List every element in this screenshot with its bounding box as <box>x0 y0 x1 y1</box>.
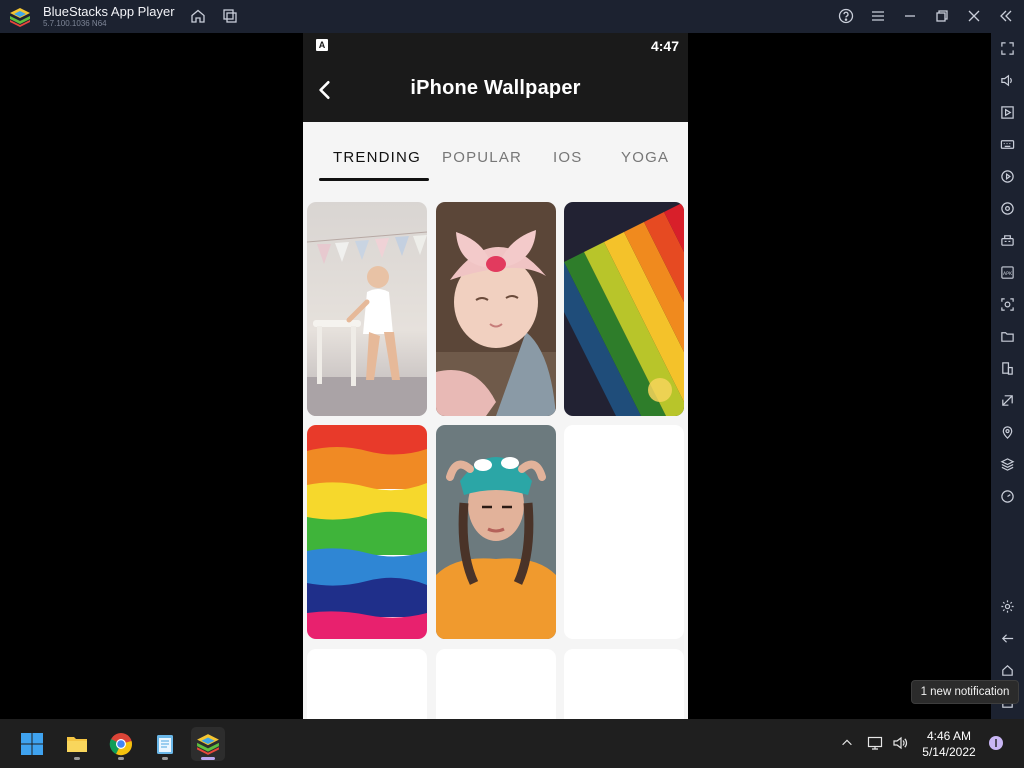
status-notification-icon: A <box>316 39 328 51</box>
wallpaper-thumbnail-placeholder[interactable] <box>436 649 556 719</box>
status-time: 4:47 <box>650 38 679 54</box>
close-icon[interactable] <box>964 6 984 26</box>
folder-icon[interactable] <box>998 327 1017 346</box>
android-status-bar: A 4:47 <box>303 33 688 58</box>
running-indicator <box>201 757 215 760</box>
file-explorer-icon[interactable] <box>60 727 94 761</box>
media-manager-icon[interactable] <box>998 103 1017 122</box>
network-icon[interactable] <box>866 734 884 752</box>
wallpaper-thumbnail-placeholder[interactable] <box>307 649 427 719</box>
show-hidden-icons-chevron-up-icon[interactable] <box>838 734 856 752</box>
active-tab-indicator <box>319 178 429 181</box>
screenshot-icon[interactable] <box>998 295 1017 314</box>
tab-ios[interactable]: IOS <box>553 149 582 166</box>
location-icon[interactable] <box>998 423 1017 442</box>
wallpaper-thumbnail-baby-standing[interactable] <box>307 202 427 416</box>
minimize-icon[interactable] <box>900 6 920 26</box>
bluestacks-taskbar-icon[interactable] <box>191 727 225 761</box>
bluestacks-title-bar: BlueStacks App Player 5.7.100.1036 N64 <box>0 0 1024 33</box>
app-header: iPhone Wallpaper <box>303 58 688 122</box>
rotate-icon[interactable] <box>998 199 1017 218</box>
fullscreen-icon[interactable] <box>998 39 1017 58</box>
install-apk-icon[interactable]: APK <box>998 263 1017 282</box>
android-screen: A 4:47 iPhone Wallpaper TRENDING POPULAR… <box>303 33 688 719</box>
wallpaper-thumbnail-baby-headband[interactable] <box>436 202 556 416</box>
notification-center-icon[interactable] <box>987 734 1005 752</box>
windows-taskbar: 4:46 AM 5/14/2022 <box>0 719 1024 768</box>
wallpaper-thumbnail-woman-beanie[interactable] <box>436 425 556 639</box>
macro-recorder-icon[interactable] <box>998 167 1017 186</box>
eco-mode-icon[interactable] <box>998 391 1017 410</box>
wallpaper-thumbnail-rainbow-paint[interactable] <box>307 425 427 639</box>
wallpaper-thumbnail-colored-pencils[interactable] <box>564 202 684 416</box>
home-icon[interactable] <box>188 6 208 26</box>
category-tabs: TRENDING POPULAR IOS YOGA <box>303 122 688 182</box>
multi-instance-icon[interactable] <box>220 6 240 26</box>
bluestacks-sidebar: APK <box>991 33 1024 719</box>
tab-trending[interactable]: TRENDING <box>333 149 421 166</box>
clock-date: 5/14/2022 <box>922 745 976 759</box>
tab-popular[interactable]: POPULAR <box>442 149 522 166</box>
keyboard-icon[interactable] <box>998 135 1017 154</box>
collapse-sidebar-icon[interactable] <box>996 6 1016 26</box>
running-indicator <box>162 757 168 760</box>
speaker-volume-icon[interactable] <box>891 734 909 752</box>
android-home-icon[interactable] <box>998 661 1017 680</box>
windows-start-icon[interactable] <box>15 727 49 761</box>
page-title: iPhone Wallpaper <box>410 77 581 99</box>
clock-time: 4:46 AM <box>926 729 972 743</box>
layers-icon[interactable] <box>998 455 1017 474</box>
running-indicator <box>74 757 80 760</box>
volume-icon[interactable] <box>998 71 1017 90</box>
restore-icon[interactable] <box>932 6 952 26</box>
tab-yoga[interactable]: YOGA <box>621 149 669 166</box>
window-version: 5.7.100.1036 N64 <box>43 19 107 28</box>
wallpaper-thumbnail-placeholder[interactable] <box>564 425 684 639</box>
running-indicator <box>118 757 124 760</box>
window-title: BlueStacks App Player <box>43 4 175 19</box>
back-icon[interactable] <box>998 629 1017 648</box>
wallpaper-thumbnail-placeholder[interactable] <box>564 649 684 719</box>
game-controls-icon[interactable] <box>998 231 1017 250</box>
help-icon[interactable] <box>836 6 856 26</box>
performance-icon[interactable] <box>998 487 1017 506</box>
menu-icon[interactable] <box>868 6 888 26</box>
bluestacks-logo-icon <box>9 7 31 27</box>
svg-text:APK: APK <box>1003 271 1013 277</box>
notepad-icon[interactable] <box>148 727 182 761</box>
chrome-icon[interactable] <box>104 727 138 761</box>
multi-device-icon[interactable] <box>998 359 1017 378</box>
system-clock[interactable]: 4:46 AM 5/14/2022 <box>915 728 983 760</box>
settings-icon[interactable] <box>998 597 1017 616</box>
notification-toast[interactable]: 1 new notification <box>911 680 1019 704</box>
